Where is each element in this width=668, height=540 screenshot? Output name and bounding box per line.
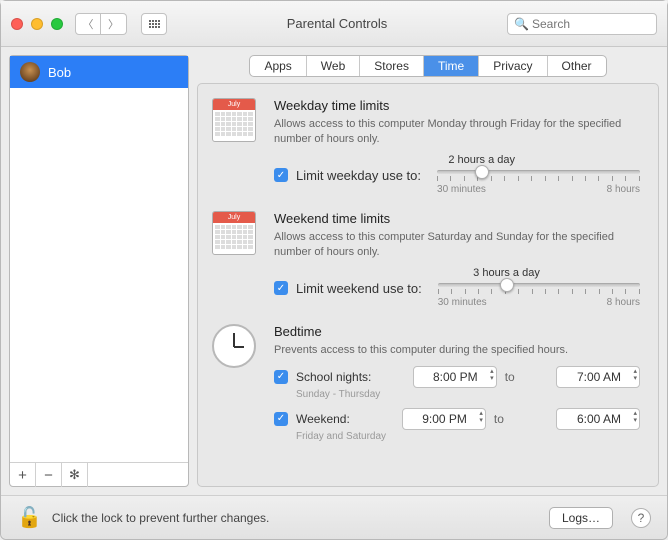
- search-input[interactable]: [507, 13, 657, 35]
- weekday-checkbox[interactable]: ✓: [274, 168, 288, 182]
- remove-user-button[interactable]: −: [36, 463, 62, 487]
- window-title: Parental Controls: [175, 16, 499, 31]
- grid-icon: [149, 20, 160, 28]
- school-nights-checkbox[interactable]: ✓: [274, 370, 288, 384]
- weekend-slider[interactable]: 3 hours a day 30 minutes 8 hours: [438, 269, 640, 308]
- lock-text: Click the lock to prevent further change…: [52, 511, 539, 525]
- titlebar: 〈 〉 Parental Controls 🔍: [1, 1, 667, 47]
- bedtime-title: Bedtime: [274, 324, 640, 339]
- minimize-icon[interactable]: [31, 18, 43, 30]
- weekday-desc: Allows access to this computer Monday th…: [274, 117, 640, 148]
- search-icon: 🔍: [514, 17, 529, 31]
- tab-web[interactable]: Web: [307, 56, 360, 76]
- nav-buttons: 〈 〉: [75, 13, 127, 35]
- help-button[interactable]: ?: [631, 508, 651, 528]
- stepper-icon[interactable]: ▴▾: [633, 410, 637, 424]
- forward-button[interactable]: 〉: [101, 13, 127, 35]
- close-icon[interactable]: [11, 18, 23, 30]
- back-button[interactable]: 〈: [75, 13, 101, 35]
- weekday-check-label: Limit weekday use to:: [296, 168, 421, 183]
- calendar-icon: July: [212, 98, 256, 142]
- show-all-button[interactable]: [141, 13, 167, 35]
- weekend-checkbox[interactable]: ✓: [274, 281, 288, 295]
- tab-apps[interactable]: Apps: [250, 56, 306, 76]
- weekday-slider[interactable]: 2 hours a day 30 minutes 8 hours: [437, 156, 640, 195]
- tab-stores[interactable]: Stores: [360, 56, 424, 76]
- weekend-check-label: Limit weekend use to:: [296, 281, 422, 296]
- add-user-button[interactable]: +: [10, 463, 36, 487]
- bedtime-section: Bedtime Prevents access to this computer…: [212, 324, 640, 445]
- weekend-section: July Weekend time limits Allows access t…: [212, 211, 640, 308]
- maximize-icon[interactable]: [51, 18, 63, 30]
- school-from-field[interactable]: 8:00 PM ▴▾: [413, 366, 497, 388]
- logs-button[interactable]: Logs…: [549, 507, 613, 529]
- clock-icon: [212, 324, 256, 368]
- weekend-to-field[interactable]: 6:00 AM ▴▾: [556, 408, 640, 430]
- footer: 🔓 Click the lock to prevent further chan…: [1, 495, 667, 539]
- tab-time[interactable]: Time: [424, 56, 479, 76]
- school-to-field[interactable]: 7:00 AM ▴▾: [556, 366, 640, 388]
- stepper-icon[interactable]: ▴▾: [479, 410, 483, 424]
- weekend-title: Weekend time limits: [274, 211, 640, 226]
- settings-pane: July Weekday time limits Allows access t…: [197, 83, 659, 487]
- weekend-from-field[interactable]: 9:00 PM ▴▾: [402, 408, 486, 430]
- window-controls: [11, 18, 63, 30]
- weekend-nights-checkbox[interactable]: ✓: [274, 412, 288, 426]
- stepper-icon[interactable]: ▴▾: [633, 368, 637, 382]
- tab-other[interactable]: Other: [548, 56, 606, 76]
- tab-privacy[interactable]: Privacy: [479, 56, 547, 76]
- school-nights-label: School nights:: [296, 370, 371, 384]
- weekday-section: July Weekday time limits Allows access t…: [212, 98, 640, 195]
- weekend-nights-label: Weekend:: [296, 412, 350, 426]
- bedtime-desc: Prevents access to this computer during …: [274, 343, 640, 358]
- lock-icon[interactable]: 🔓: [17, 505, 42, 530]
- user-name: Bob: [48, 65, 71, 80]
- stepper-icon[interactable]: ▴▾: [490, 368, 494, 382]
- weekday-title: Weekday time limits: [274, 98, 640, 113]
- action-menu-button[interactable]: ✻: [62, 463, 88, 487]
- user-row[interactable]: Bob: [10, 56, 188, 88]
- user-sidebar: Bob + − ✻: [9, 55, 189, 487]
- tabs: Apps Web Stores Time Privacy Other: [197, 55, 659, 77]
- calendar-icon: July: [212, 211, 256, 255]
- weekend-desc: Allows access to this computer Saturday …: [274, 230, 640, 261]
- avatar: [20, 62, 40, 82]
